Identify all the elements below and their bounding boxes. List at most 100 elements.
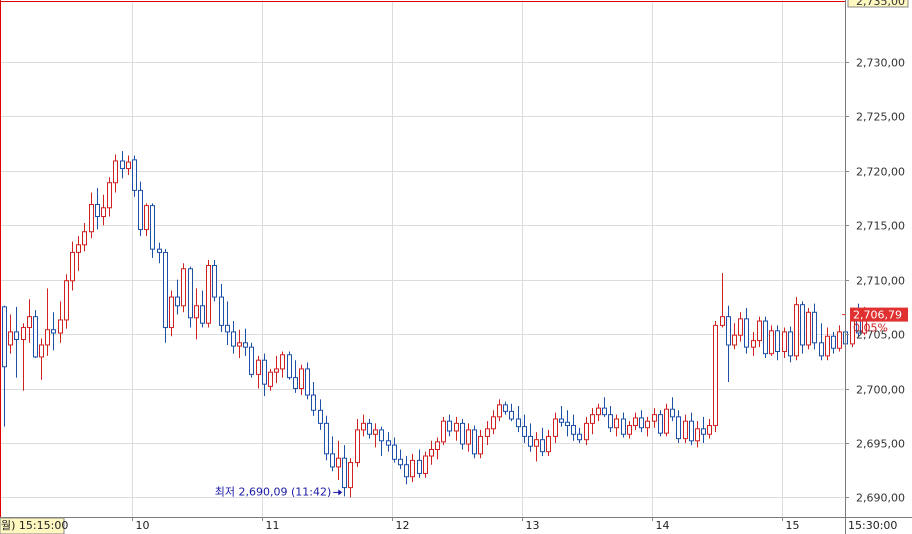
candle-body [744,318,749,348]
candle-body [614,418,619,429]
candle-body [144,205,149,231]
candle-body [639,417,644,429]
candle-body [565,421,570,427]
candle-body [299,368,304,390]
candle-body [355,429,360,464]
candle-body [206,264,211,324]
candle-body [181,268,186,307]
crosshair-time-label: 월) 15:15:00 [1,519,68,532]
time-tick-label: 12 [396,519,410,532]
candle-body [775,330,780,353]
candle-body [472,429,477,455]
candle-body [311,394,316,411]
candle-body [274,368,279,373]
candle-body [794,304,799,357]
candle-body [386,440,391,446]
candle-body [497,404,502,418]
candle-body [571,425,576,435]
candle-body [435,441,440,450]
time-tick-label: 10 [136,519,150,532]
candle-body [8,331,13,346]
candle-body [169,296,174,329]
candle-body [670,408,675,418]
candle-body [522,426,527,437]
candle-body [58,319,63,334]
candle-body [602,407,607,416]
candle-body [806,311,811,346]
top-price-label: 2,735,00 [856,0,905,8]
candle-body [243,342,248,348]
candle-body [256,359,261,375]
candle-body [280,354,285,370]
candle-body [509,410,514,420]
candle-body [460,422,465,445]
price-tick-label: 2,695,00 [856,438,905,451]
candle-body [516,418,521,428]
candle-body [701,428,706,435]
candle-body [423,455,428,474]
candle-body [194,305,199,319]
candle-body [39,344,44,358]
price-tick-label: 2,730,00 [856,57,905,70]
candle-body [689,420,694,442]
candle-body [262,359,267,385]
candle-body [658,414,663,434]
candle-body [392,444,397,460]
candle-body [361,422,366,431]
price-tick-label: 2,700,00 [856,384,905,397]
candle-body [175,296,180,307]
candle-body [379,429,384,442]
price-tick-label: 2,720,00 [856,166,905,179]
candle-body [627,425,632,435]
candle-body [769,330,774,355]
candle-body [720,316,725,326]
candle-body [441,420,446,443]
time-tick-label: 14 [656,519,670,532]
time-tick-label: 11 [266,519,280,532]
candle-body [138,189,143,231]
candle-body [126,161,131,170]
candle-body [404,464,409,478]
candle-body [367,422,372,435]
candle-body [324,422,329,455]
candle-body [763,320,768,355]
candle-body [553,418,558,437]
candle-body [132,159,137,191]
candle-body [163,251,168,329]
candle-body [546,435,551,453]
candle-body [330,453,335,468]
current-price-label: 2,706,79 [853,309,902,322]
candle-body [707,425,712,435]
candle-body [120,160,125,170]
chart-background [0,0,912,534]
price-tick-label: 2,715,00 [856,220,905,233]
candle-body [751,340,756,348]
candle-body [726,316,731,346]
candle-body [633,417,638,427]
candle-body [398,458,403,466]
candle-body [676,416,681,440]
candle-body [2,306,7,368]
candle-body [485,428,490,437]
candle-body [788,331,793,357]
candle-body [837,331,842,349]
candle-body [454,422,459,432]
candle-body [447,420,452,432]
candle-body [237,342,242,347]
candle-body [417,459,422,474]
candle-body [27,316,32,329]
candle-body [800,304,805,346]
candle-body [150,205,155,250]
price-tick-label: 2,725,00 [856,111,905,124]
price-tick-label: 2,690,00 [856,492,905,505]
candle-body [14,331,19,341]
candle-body [89,204,94,233]
candle-body [819,342,824,357]
candle-body [33,316,38,358]
candle-body [305,368,310,396]
candle-body [82,231,87,246]
candle-body [584,422,589,441]
candle-body [664,408,669,434]
chart-canvas: 2,690,002,695,002,700,002,705,002,710,00… [0,0,912,534]
candle-body [695,428,700,442]
